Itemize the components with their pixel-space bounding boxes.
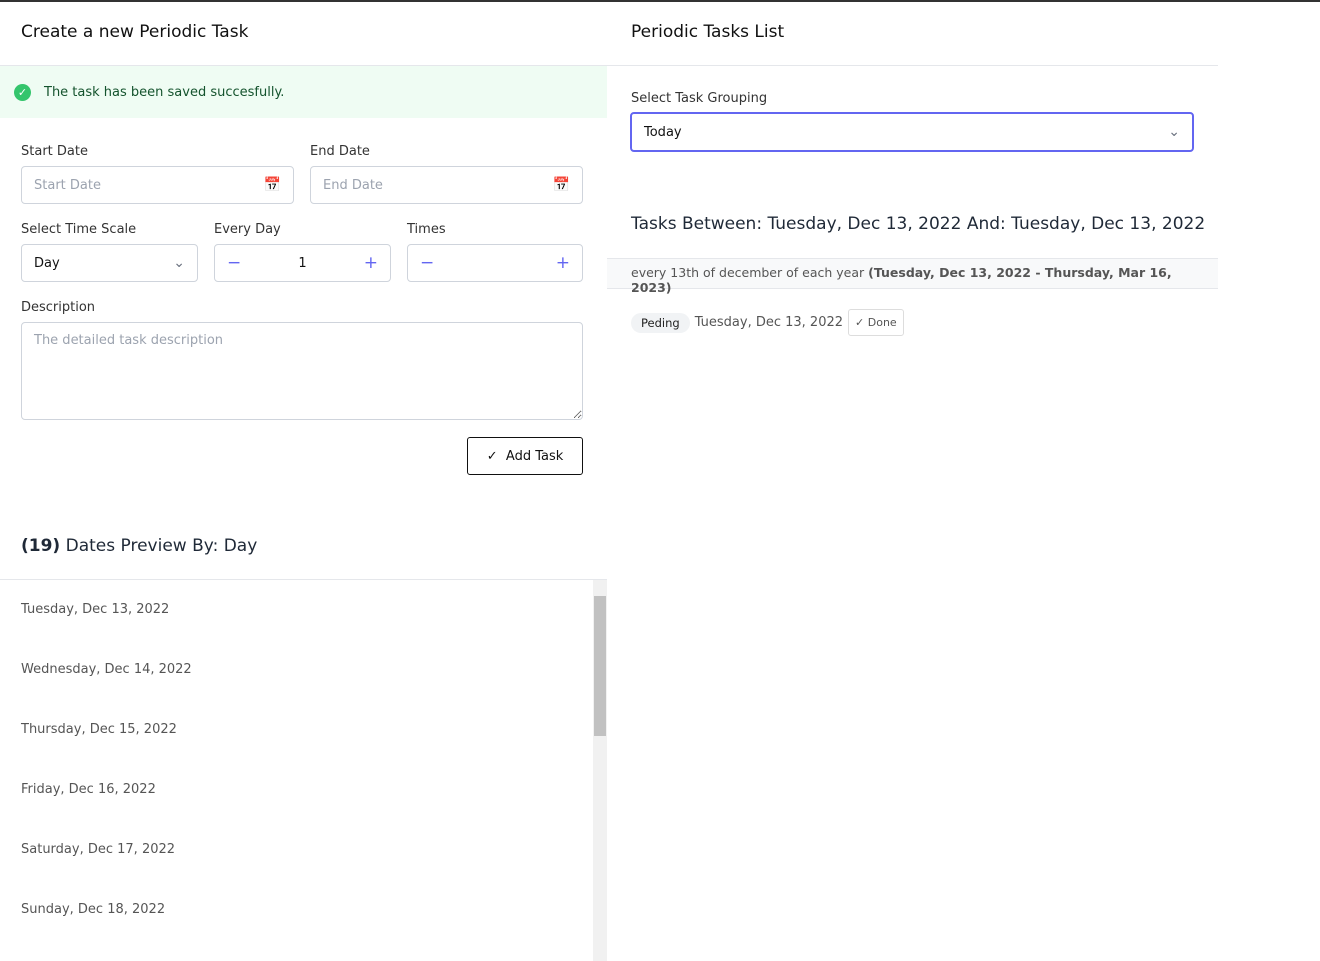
every-day-stepper[interactable]: − 1 + xyxy=(214,244,391,282)
calendar-icon[interactable]: 📅 xyxy=(264,177,281,193)
description-input[interactable] xyxy=(21,322,583,420)
description-label: Description xyxy=(21,300,96,315)
time-scale-select[interactable]: Day ⌄ xyxy=(21,244,198,282)
rule-text: every 13th of december of each year xyxy=(631,265,865,280)
list-item: Wednesday, Dec 14, 2022 xyxy=(21,662,192,677)
status-badge: Peding xyxy=(631,312,690,333)
stepper-value[interactable]: 1 xyxy=(298,256,306,271)
tasks-between-title: Tasks Between: Tuesday, Dec 13, 2022 And… xyxy=(631,214,1206,234)
list-item: Thursday, Dec 15, 2022 xyxy=(21,722,177,737)
list-item: Saturday, Dec 17, 2022 xyxy=(21,842,176,857)
alert-text: The task has been saved succesfully. xyxy=(44,84,285,100)
done-button[interactable]: ✓ Done xyxy=(848,309,904,336)
create-task-panel: Create a new Periodic Task ✓ The task has… xyxy=(0,2,607,961)
list-item: Tuesday, Dec 13, 2022 xyxy=(21,602,170,617)
chevron-down-icon: ⌄ xyxy=(173,255,185,271)
task-occurrence: Peding Tuesday, Dec 13, 2022 ✓ Done xyxy=(631,309,904,336)
check-icon: ✓ xyxy=(486,448,498,464)
scrollbar[interactable] xyxy=(593,580,607,961)
button-label: Add Task xyxy=(505,448,564,464)
preview-label: Dates Preview By: Day xyxy=(65,536,258,556)
task-rule-row: every 13th of december of each year (Tue… xyxy=(607,258,1218,295)
dates-preview-title: (19) Dates Preview By: Day xyxy=(21,536,257,556)
start-date-input[interactable]: Start Date 📅 xyxy=(21,166,294,204)
occurrence-date: Tuesday, Dec 13, 2022 xyxy=(694,315,844,330)
times-label: Times xyxy=(407,222,446,237)
preview-count: (19) xyxy=(21,536,61,556)
chevron-down-icon: ⌄ xyxy=(1168,124,1180,140)
list-item: Sunday, Dec 18, 2022 xyxy=(21,902,166,917)
panel-title: Create a new Periodic Task xyxy=(0,2,607,66)
tasks-list-panel: Periodic Tasks List Select Task Grouping… xyxy=(607,2,1218,960)
minus-icon[interactable]: − xyxy=(227,253,241,273)
button-label: Done xyxy=(867,316,897,329)
every-day-label: Every Day xyxy=(214,222,281,237)
grouping-label: Select Task Grouping xyxy=(631,91,768,106)
minus-icon[interactable]: − xyxy=(420,253,434,273)
start-date-label: Start Date xyxy=(21,144,88,159)
calendar-icon[interactable]: 📅 xyxy=(553,177,570,193)
selected-value: Today xyxy=(644,124,682,140)
placeholder: End Date xyxy=(323,177,383,193)
add-task-button[interactable]: ✓ Add Task xyxy=(467,437,583,475)
dates-preview-list: Tuesday, Dec 13, 2022 Wednesday, Dec 14,… xyxy=(0,579,607,961)
list-item: Friday, Dec 16, 2022 xyxy=(21,782,156,797)
end-date-label: End Date xyxy=(310,144,370,159)
placeholder: Start Date xyxy=(34,177,101,193)
end-date-input[interactable]: End Date 📅 xyxy=(310,166,583,204)
plus-icon[interactable]: + xyxy=(556,253,570,273)
check-icon: ✓ xyxy=(855,316,865,329)
time-scale-label: Select Time Scale xyxy=(21,222,137,237)
success-alert: ✓ The task has been saved succesfully. xyxy=(0,66,607,118)
selected-value: Day xyxy=(34,255,60,271)
task-grouping-select[interactable]: Today ⌄ xyxy=(630,112,1194,152)
times-stepper[interactable]: − + xyxy=(407,244,583,282)
panel-title: Periodic Tasks List xyxy=(607,2,1218,66)
scrollbar-thumb[interactable] xyxy=(594,596,606,736)
check-circle-icon: ✓ xyxy=(14,83,31,101)
plus-icon[interactable]: + xyxy=(364,253,378,273)
